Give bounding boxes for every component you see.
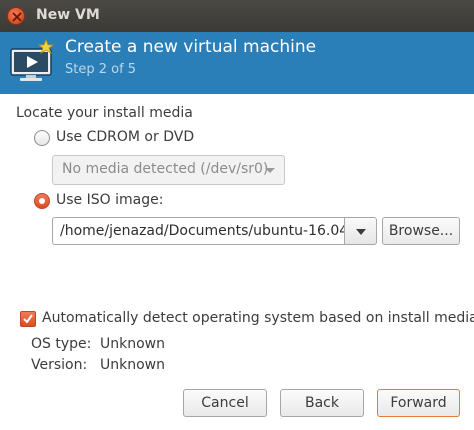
os-type-value: Unknown bbox=[100, 336, 165, 352]
back-button[interactable]: Back bbox=[280, 389, 364, 417]
header-title: Create a new virtual machine bbox=[65, 37, 317, 57]
version-label: Version: bbox=[31, 357, 88, 373]
os-type-label: OS type: bbox=[31, 336, 92, 352]
virtual-machine-icon bbox=[8, 38, 56, 86]
forward-button[interactable]: Forward bbox=[377, 389, 460, 417]
close-icon[interactable] bbox=[7, 7, 25, 25]
browse-button[interactable]: Browse... bbox=[382, 217, 460, 245]
cdrom-device-value: No media detected (/dev/sr0) bbox=[62, 161, 269, 177]
cancel-button[interactable]: Cancel bbox=[183, 389, 267, 417]
chevron-down-icon bbox=[265, 168, 275, 173]
window-titlebar: New VM bbox=[0, 0, 474, 32]
iso-history-dropdown[interactable] bbox=[344, 217, 377, 245]
step-indicator: Step 2 of 5 bbox=[65, 62, 137, 77]
cdrom-radio[interactable] bbox=[34, 130, 50, 146]
auto-detect-checkbox[interactable] bbox=[20, 311, 36, 327]
version-value: Unknown bbox=[100, 357, 165, 373]
cdrom-device-select: No media detected (/dev/sr0) bbox=[52, 155, 285, 185]
cdrom-radio-label[interactable]: Use CDROM or DVD bbox=[56, 129, 194, 145]
install-media-heading: Locate your install media bbox=[16, 105, 193, 121]
window-title: New VM bbox=[36, 7, 100, 23]
iso-radio[interactable] bbox=[34, 193, 50, 209]
iso-radio-label[interactable]: Use ISO image: bbox=[56, 192, 163, 208]
chevron-down-icon bbox=[356, 229, 366, 235]
wizard-header: Create a new virtual machine Step 2 of 5 bbox=[0, 32, 474, 94]
auto-detect-label[interactable]: Automatically detect operating system ba… bbox=[42, 310, 474, 326]
iso-path-input[interactable]: /home/jenazad/Documents/ubuntu-16.04 bbox=[52, 217, 344, 245]
